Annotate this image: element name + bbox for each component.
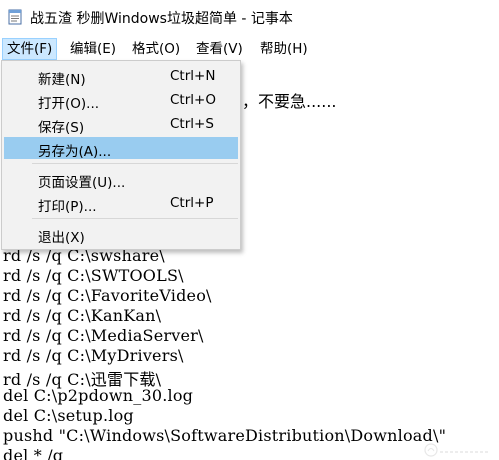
editor-line: rd /s /q C:\MediaServer\ — [3, 326, 204, 345]
editor-line: pushd "C:\Windows\SoftwareDistribution\D… — [3, 426, 447, 445]
menu-view[interactable]: 查看(V) — [192, 38, 247, 60]
editor-line: del * /q — [3, 446, 64, 460]
menu-help[interactable]: 帮助(H) — [256, 38, 312, 60]
menu-item-label: 保存(S) — [38, 120, 85, 136]
notepad-icon — [8, 9, 22, 25]
menu-item-exit[interactable]: 退出(X) — [4, 223, 238, 246]
editor-line: del C:\setup.log — [3, 406, 134, 425]
menu-item-label: 新建(N) — [38, 72, 86, 88]
editor-line: rd /s /q C:\MyDrivers\ — [3, 346, 184, 365]
window-title: 战五渣 秒删Windows垃圾超简单 - 记事本 — [30, 11, 293, 27]
menu-format[interactable]: 格式(O) — [128, 38, 184, 60]
menu-item-new[interactable]: 新建(N) Ctrl+N — [4, 65, 238, 88]
menu-item-save-as[interactable]: 另存为(A)... — [4, 137, 238, 160]
menu-separator — [32, 163, 238, 164]
editor-line: del C:\p2pdown_30.log — [3, 386, 194, 405]
menu-item-shortcut: Ctrl+S — [170, 116, 214, 132]
menu-item-shortcut: Ctrl+N — [170, 68, 216, 84]
menu-file[interactable]: 文件(F) — [2, 38, 58, 60]
menu-item-label: 打开(O)... — [38, 96, 100, 112]
title-bar[interactable]: 战五渣 秒删Windows垃圾超简单 - 记事本 — [0, 0, 499, 34]
watermark-logo — [424, 443, 489, 457]
menu-bar: 文件(F) 编辑(E) 格式(O) 查看(V) 帮助(H) — [0, 38, 499, 60]
menu-item-label: 打印(P)... — [38, 199, 97, 215]
menu-item-shortcut: Ctrl+P — [170, 195, 214, 211]
menu-item-label: 退出(X) — [38, 230, 85, 246]
menu-separator — [32, 218, 238, 219]
file-dropdown-menu: 新建(N) Ctrl+N 打开(O)... Ctrl+O 保存(S) Ctrl+… — [1, 60, 241, 250]
editor-line: rd /s /q C:\SWTOOLS\ — [3, 266, 184, 285]
editor-line: rd /s /q C:\FavoriteVideo\ — [3, 286, 212, 305]
menu-item-shortcut: Ctrl+O — [170, 92, 216, 108]
editor-line: rd /s /q C:\KanKan\ — [3, 306, 162, 325]
editor-partial-line: ，不要急...... — [242, 92, 337, 111]
menu-item-page-setup[interactable]: 页面设置(U)... — [4, 168, 238, 191]
menu-edit[interactable]: 编辑(E) — [66, 38, 120, 60]
menu-item-label: 页面设置(U)... — [38, 175, 126, 191]
notepad-window: 战五渣 秒删Windows垃圾超简单 - 记事本 文件(F) 编辑(E) 格式(… — [0, 0, 499, 460]
menu-item-save[interactable]: 保存(S) Ctrl+S — [4, 113, 238, 136]
menu-item-open[interactable]: 打开(O)... Ctrl+O — [4, 89, 238, 112]
menu-item-label: 另存为(A)... — [38, 144, 112, 160]
menu-item-print[interactable]: 打印(P)... Ctrl+P — [4, 192, 238, 215]
